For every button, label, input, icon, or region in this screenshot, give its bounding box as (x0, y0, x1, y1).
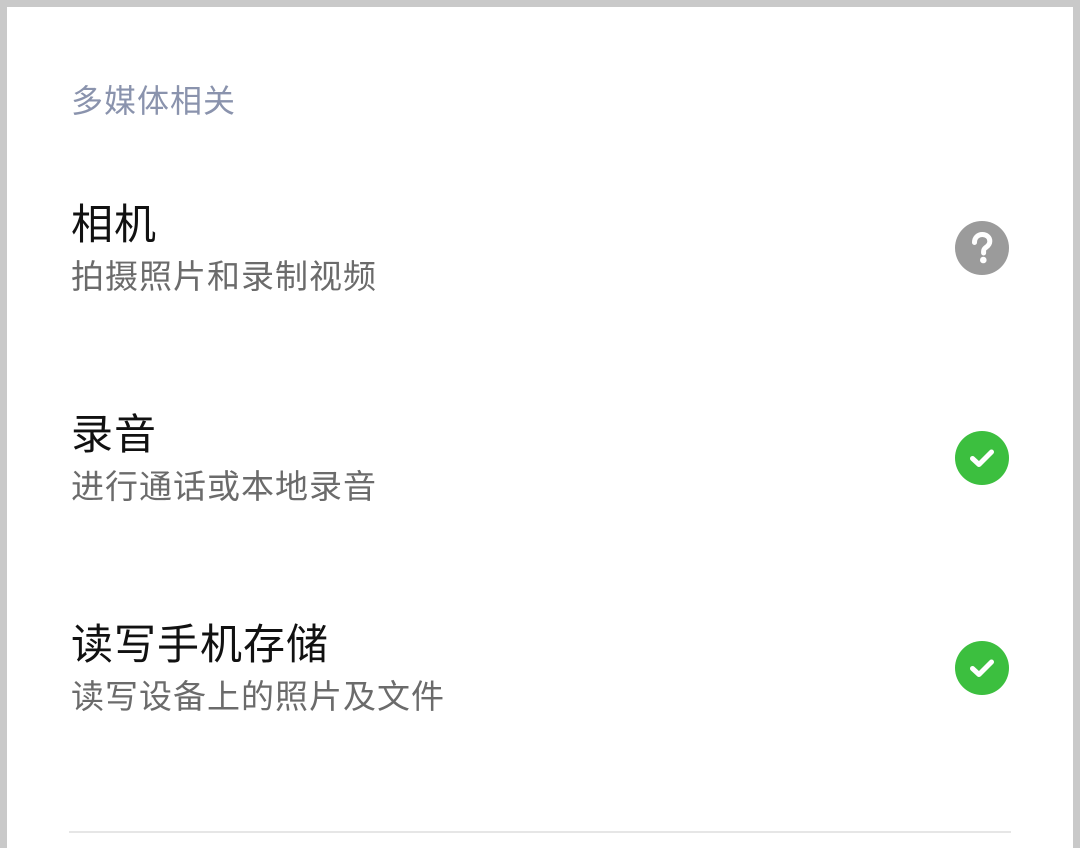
permission-description: 进行通话或本地录音 (71, 467, 377, 506)
permission-row-camera[interactable]: 相机 拍摄照片和录制视频 (7, 197, 1073, 347)
permission-description: 读写设备上的照片及文件 (71, 677, 445, 716)
permission-row-recording[interactable]: 录音 进行通话或本地录音 (7, 407, 1073, 557)
permission-title: 录音 (71, 410, 158, 459)
permissions-panel: 多媒体相关 相机 拍摄照片和录制视频 录音 进行通话或本地录音 读写手机存储 读… (7, 7, 1073, 848)
section-title: 多媒体相关 (71, 82, 237, 120)
section-divider (69, 831, 1011, 833)
permission-description: 拍摄照片和录制视频 (71, 257, 377, 296)
permission-title: 读写手机存储 (71, 620, 330, 669)
permission-row-storage[interactable]: 读写手机存储 读写设备上的照片及文件 (7, 617, 1073, 767)
question-icon[interactable] (955, 221, 1009, 275)
check-icon[interactable] (955, 431, 1009, 485)
check-icon[interactable] (955, 641, 1009, 695)
permission-title: 相机 (71, 200, 158, 249)
